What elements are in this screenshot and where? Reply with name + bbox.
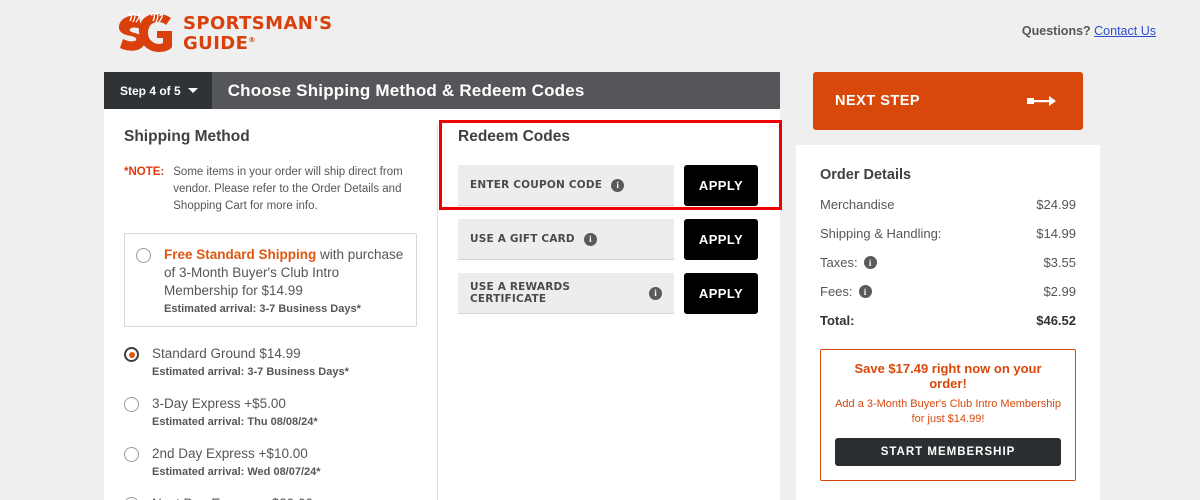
coupon-code-row: ENTER COUPON CODE i APPLY <box>458 165 758 206</box>
apply-coupon-button[interactable]: APPLY <box>684 165 758 206</box>
shipping-option-eta: Estimated arrival: Thu 08/08/24* <box>152 416 318 428</box>
radio-2nd-day-express[interactable] <box>124 447 139 462</box>
shipping-option-label: Free Standard Shipping with purchase of … <box>164 246 404 300</box>
order-line-label: Taxes: i <box>820 255 877 270</box>
questions-block: Questions? Contact Us <box>1022 24 1156 38</box>
order-line-shipping-handling: Shipping & Handling: $14.99 <box>820 226 1076 241</box>
shipping-note: *NOTE: Some items in your order will shi… <box>124 164 417 215</box>
arrow-right-icon <box>1027 96 1056 106</box>
order-line-value: $3.55 <box>1043 255 1076 270</box>
page-title: Choose Shipping Method & Redeem Codes <box>227 80 585 100</box>
order-line-taxes: Taxes: i $3.55 <box>820 255 1076 270</box>
info-icon[interactable]: i <box>611 178 625 192</box>
shipping-option-body: 2nd Day Express +$10.00 Estimated arriva… <box>139 445 321 478</box>
order-line-value: $46.52 <box>1036 313 1076 328</box>
site-header: SPORTSMAN'S GUIDE® Questions? Contact Us <box>0 0 1200 70</box>
shipping-option-eta: Estimated arrival: Wed 08/07/24* <box>152 466 321 478</box>
rewards-certificate-input[interactable]: USE A REWARDS CERTIFICATE i <box>458 273 674 314</box>
apply-rewards-certificate-button[interactable]: APPLY <box>684 273 758 314</box>
shipping-option-2nd-day-express[interactable]: 2nd Day Express +$10.00 Estimated arriva… <box>124 445 417 478</box>
next-step-label: NEXT STEP <box>835 93 921 109</box>
logo-line-2: GUIDE® <box>183 32 256 54</box>
shipping-method-section: Shipping Method *NOTE: Some items in you… <box>104 109 437 500</box>
shipping-option-label: Standard Ground $14.99 <box>152 346 301 361</box>
step-selector[interactable]: Step 4 of 5 <box>104 72 212 109</box>
shipping-option-body: 3-Day Express +$5.00 Estimated arrival: … <box>139 395 318 428</box>
shipping-option-card-free[interactable]: Free Standard Shipping with purchase of … <box>124 233 417 327</box>
shipping-option-eta: Estimated arrival: 3-7 Business Days* <box>152 366 349 378</box>
gift-card-placeholder: USE A GIFT CARD <box>470 233 575 245</box>
order-line-merchandise: Merchandise $24.99 <box>820 197 1076 212</box>
info-icon[interactable]: i <box>858 285 872 298</box>
chevron-down-icon <box>187 88 198 93</box>
shipping-option-label: 2nd Day Express +$10.00 <box>152 446 308 461</box>
gift-card-input[interactable]: USE A GIFT CARD i <box>458 219 674 260</box>
start-membership-button[interactable]: START MEMBERSHIP <box>835 438 1061 466</box>
redeem-section-title: Redeem Codes <box>458 128 570 145</box>
order-line-label: Fees: i <box>820 284 872 299</box>
info-icon[interactable]: i <box>649 286 662 300</box>
rewards-certificate-placeholder: USE A REWARDS CERTIFICATE <box>470 281 571 305</box>
shipping-option-body: Free Standard Shipping with purchase of … <box>151 246 404 315</box>
radio-free-standard-shipping[interactable] <box>136 248 151 263</box>
shipping-option-3day-express[interactable]: 3-Day Express +$5.00 Estimated arrival: … <box>124 395 417 428</box>
next-step-button[interactable]: NEXT STEP <box>813 72 1083 130</box>
order-line-label: Total: <box>820 313 855 328</box>
shipping-section-title: Shipping Method <box>124 128 250 145</box>
membership-offer-box: Save $17.49 right now on your order! Add… <box>820 349 1076 481</box>
note-text: Some items in your order will ship direc… <box>173 166 403 212</box>
shipping-option-label: Next Day Express +$20.00 <box>152 495 316 500</box>
shipping-option-label: 3-Day Express +$5.00 <box>152 396 286 411</box>
order-line-label: Shipping & Handling: <box>820 226 942 241</box>
free-shipping-highlight: Free Standard Shipping <box>164 247 317 262</box>
info-icon[interactable]: i <box>863 256 877 269</box>
coupon-code-placeholder: ENTER COUPON CODE <box>470 179 603 191</box>
shipping-option-next-day-express[interactable]: Next Day Express +$20.00 Estimated arriv… <box>124 495 417 500</box>
shipping-option[interactable]: Free Standard Shipping with purchase of … <box>136 246 404 315</box>
info-icon[interactable]: i <box>583 232 597 246</box>
gift-card-row: USE A GIFT CARD i APPLY <box>458 219 758 260</box>
order-details-title: Order Details <box>820 167 912 183</box>
contact-us-link[interactable]: Contact Us <box>1094 24 1156 38</box>
redeem-codes-section: Redeem Codes ENTER COUPON CODE i APPLY U… <box>438 109 780 314</box>
sportsmans-guide-logo[interactable]: SPORTSMAN'S GUIDE® <box>116 12 333 54</box>
note-tag: *NOTE: <box>124 166 165 178</box>
radio-standard-ground[interactable] <box>124 347 139 362</box>
checkout-page: SPORTSMAN'S GUIDE® Questions? Contact Us… <box>0 0 1200 500</box>
step-header-bar: Step 4 of 5 Choose Shipping Method & Red… <box>104 72 780 109</box>
main-content-card: Shipping Method *NOTE: Some items in you… <box>104 109 780 500</box>
logo-line-1: SPORTSMAN'S <box>183 12 333 34</box>
shipping-option-eta: Estimated arrival: 3-7 Business Days* <box>164 303 361 315</box>
order-line-fees: Fees: i $2.99 <box>820 284 1076 299</box>
offer-headline: Save $17.49 right now on your order! <box>854 361 1042 391</box>
step-label: Step 4 of 5 <box>120 83 181 98</box>
shipping-option-body: Next Day Express +$20.00 Estimated arriv… <box>139 495 316 500</box>
logo-wordmark: SPORTSMAN'S GUIDE® <box>183 12 333 54</box>
order-line-value: $14.99 <box>1036 226 1076 241</box>
shipping-option-body: Standard Ground $14.99 Estimated arrival… <box>139 345 349 378</box>
radio-3day-express[interactable] <box>124 397 139 412</box>
questions-label: Questions? <box>1021 24 1091 38</box>
shipping-option-standard-ground[interactable]: Standard Ground $14.99 Estimated arrival… <box>124 345 417 378</box>
order-line-value: $24.99 <box>1036 197 1076 212</box>
rewards-certificate-row: USE A REWARDS CERTIFICATE i APPLY <box>458 273 758 314</box>
offer-subtext: Add a 3-Month Buyer's Club Intro Members… <box>835 398 1061 425</box>
order-details-sidebar: Order Details Merchandise $24.99 Shippin… <box>796 145 1100 500</box>
order-line-value: $2.99 <box>1043 284 1076 299</box>
sg-antler-logo-icon <box>118 12 172 52</box>
order-line-label: Merchandise <box>820 197 895 212</box>
apply-gift-card-button[interactable]: APPLY <box>684 219 758 260</box>
order-line-total: Total: $46.52 <box>820 313 1076 328</box>
coupon-code-input[interactable]: ENTER COUPON CODE i <box>458 165 674 206</box>
